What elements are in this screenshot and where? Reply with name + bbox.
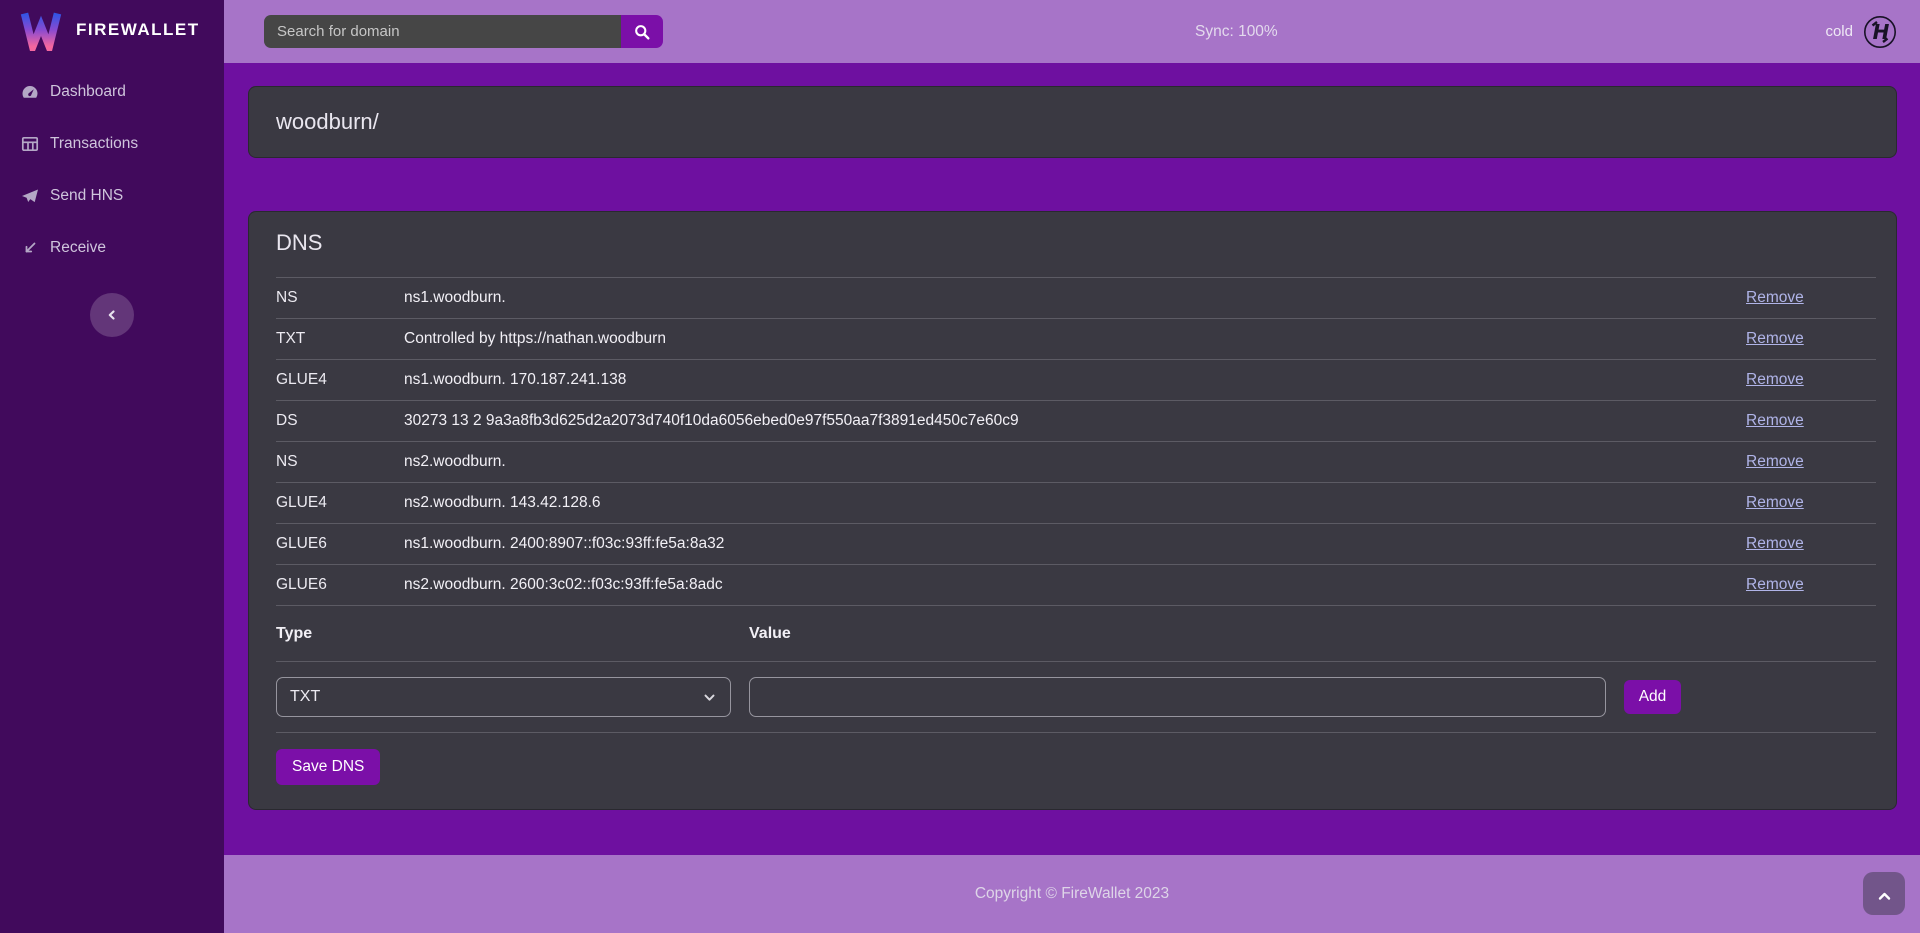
footer: Copyright © FireWallet 2023	[224, 855, 1920, 933]
record-type: NS	[276, 453, 404, 471]
topbar: Sync: 100% cold H	[224, 0, 1920, 63]
content-column: Sync: 100% cold H woodburn/ DNS	[224, 0, 1920, 933]
sidebar-item-label: Send HNS	[50, 187, 123, 205]
add-record-button[interactable]: Add	[1624, 680, 1681, 714]
firewallet-logo-icon	[19, 9, 63, 51]
remove-record-link[interactable]: Remove	[1746, 412, 1876, 430]
app-root: FIREWALLET Dashboard Transactions Send H…	[0, 0, 1920, 933]
sidebar-item-label: Receive	[50, 239, 106, 257]
record-value: ns2.woodburn.	[404, 453, 1746, 471]
remove-record-link[interactable]: Remove	[1746, 453, 1876, 471]
record-type: DS	[276, 412, 404, 430]
wallet-mode-label: cold	[1825, 23, 1853, 40]
domain-search	[264, 15, 663, 48]
record-value: ns2.woodburn. 143.42.128.6	[404, 494, 1746, 512]
dns-record-row: NS ns2.woodburn. Remove	[276, 442, 1876, 483]
handshake-logo-icon[interactable]: H	[1863, 15, 1897, 49]
dns-value-input[interactable]	[749, 677, 1606, 717]
type-column-header: Type	[276, 625, 749, 643]
sidebar-item-dashboard[interactable]: Dashboard	[0, 80, 224, 104]
sidebar: FIREWALLET Dashboard Transactions Send H…	[0, 0, 224, 933]
sidebar-item-label: Dashboard	[50, 83, 126, 101]
dns-add-record-form: TXT Add	[276, 662, 1876, 733]
record-value: ns1.woodburn. 2400:8907::f03c:93ff:fe5a:…	[404, 535, 1746, 553]
record-type: GLUE6	[276, 535, 404, 553]
dns-record-row: GLUE6 ns2.woodburn. 2600:3c02::f03c:93ff…	[276, 565, 1876, 606]
dns-record-row: GLUE4 ns1.woodburn. 170.187.241.138 Remo…	[276, 360, 1876, 401]
brand-home-link[interactable]: FIREWALLET	[0, 0, 224, 60]
record-value: ns2.woodburn. 2600:3c02::f03c:93ff:fe5a:…	[404, 576, 1746, 594]
domain-title: woodburn/	[276, 109, 379, 135]
record-type: GLUE4	[276, 371, 404, 389]
copyright-text: Copyright © FireWallet 2023	[975, 885, 1169, 903]
dns-type-select[interactable]: TXT	[276, 677, 731, 717]
brand-name: FIREWALLET	[76, 20, 200, 40]
domain-title-card: woodburn/	[248, 86, 1897, 158]
sidebar-collapse-button[interactable]	[90, 293, 134, 337]
paper-plane-icon	[20, 186, 40, 206]
chevron-down-icon	[703, 691, 716, 704]
remove-record-link[interactable]: Remove	[1746, 494, 1876, 512]
record-value: Controlled by https://nathan.woodburn	[404, 330, 1746, 348]
remove-record-link[interactable]: Remove	[1746, 576, 1876, 594]
dns-card-title: DNS	[276, 212, 1876, 278]
search-input[interactable]	[264, 15, 621, 48]
record-value: 30273 13 2 9a3a8fb3d625d2a2073d740f10da6…	[404, 412, 1746, 430]
sidebar-item-transactions[interactable]: Transactions	[0, 132, 224, 156]
dns-card: DNS NS ns1.woodburn. Remove TXT Controll…	[248, 211, 1897, 810]
remove-record-link[interactable]: Remove	[1746, 535, 1876, 553]
remove-record-link[interactable]: Remove	[1746, 289, 1876, 307]
dns-record-row: NS ns1.woodburn. Remove	[276, 278, 1876, 319]
dns-form-header: Type Value	[276, 606, 1876, 662]
table-icon	[20, 134, 40, 154]
sidebar-item-send-hns[interactable]: Send HNS	[0, 184, 224, 208]
search-icon	[633, 23, 651, 41]
record-type: TXT	[276, 330, 404, 348]
record-type: GLUE6	[276, 576, 404, 594]
search-button[interactable]	[621, 15, 663, 48]
dns-record-row: GLUE6 ns1.woodburn. 2400:8907::f03c:93ff…	[276, 524, 1876, 565]
record-value: ns1.woodburn.	[404, 289, 1746, 307]
dns-record-row: GLUE4 ns2.woodburn. 143.42.128.6 Remove	[276, 483, 1876, 524]
sidebar-item-receive[interactable]: Receive	[0, 236, 224, 260]
sidebar-item-label: Transactions	[50, 135, 138, 153]
value-column-header: Value	[749, 625, 1876, 643]
dns-record-row: TXT Controlled by https://nathan.woodbur…	[276, 319, 1876, 360]
main-content: woodburn/ DNS NS ns1.woodburn. Remove TX…	[224, 63, 1920, 855]
dns-record-row: DS 30273 13 2 9a3a8fb3d625d2a2073d740f10…	[276, 401, 1876, 442]
record-value: ns1.woodburn. 170.187.241.138	[404, 371, 1746, 389]
sync-status: Sync: 100%	[1195, 0, 1278, 63]
record-type: GLUE4	[276, 494, 404, 512]
dns-records-table: NS ns1.woodburn. Remove TXT Controlled b…	[276, 278, 1876, 606]
dns-type-selected-value: TXT	[290, 688, 320, 706]
save-dns-button[interactable]: Save DNS	[276, 749, 380, 785]
wallet-status: cold H	[1825, 0, 1897, 63]
remove-record-link[interactable]: Remove	[1746, 371, 1876, 389]
arrow-down-left-icon	[20, 238, 40, 258]
chevron-up-icon	[1878, 889, 1891, 899]
sidebar-nav: Dashboard Transactions Send HNS Receive	[0, 80, 224, 260]
record-type: NS	[276, 289, 404, 307]
chevron-left-icon	[106, 309, 118, 321]
scroll-to-top-button[interactable]	[1863, 872, 1905, 915]
gauge-icon	[20, 82, 40, 102]
remove-record-link[interactable]: Remove	[1746, 330, 1876, 348]
